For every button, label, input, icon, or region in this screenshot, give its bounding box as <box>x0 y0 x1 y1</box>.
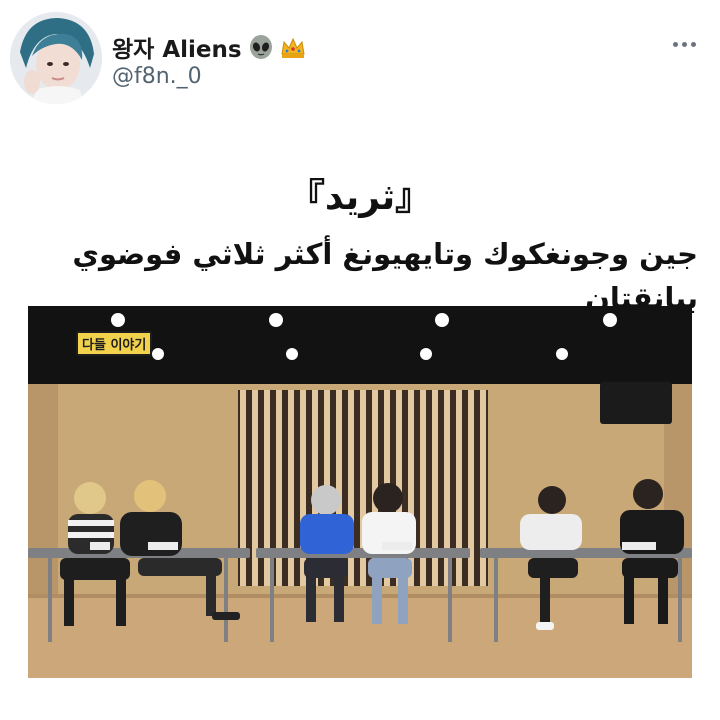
profile-photo <box>10 12 102 104</box>
display-name[interactable]: 왕자 Aliens <box>112 30 306 64</box>
tweet-text: 『ثريد』 جين وجونغكوك وتايهيونغ أكثر ثلاثي… <box>20 172 700 320</box>
display-name-text: 왕자 Aliens <box>112 37 242 63</box>
dot <box>690 41 696 47</box>
avatar[interactable] <box>10 12 102 104</box>
crown-icon <box>280 37 305 58</box>
handle[interactable]: @f8n._0 <box>112 64 202 89</box>
alien-icon <box>249 35 272 59</box>
tweet-header: 왕자 Aliens @f8n._0 <box>0 0 720 110</box>
more-dots-icon[interactable] <box>666 30 702 58</box>
dot <box>681 41 687 47</box>
media-video-frame <box>28 306 692 678</box>
media-caption: 다들 이야기 <box>76 331 153 356</box>
tweet-title: 『ثريد』 <box>288 177 432 218</box>
tweet-media[interactable]: 다들 이야기 <box>28 306 692 678</box>
dot <box>672 41 678 47</box>
